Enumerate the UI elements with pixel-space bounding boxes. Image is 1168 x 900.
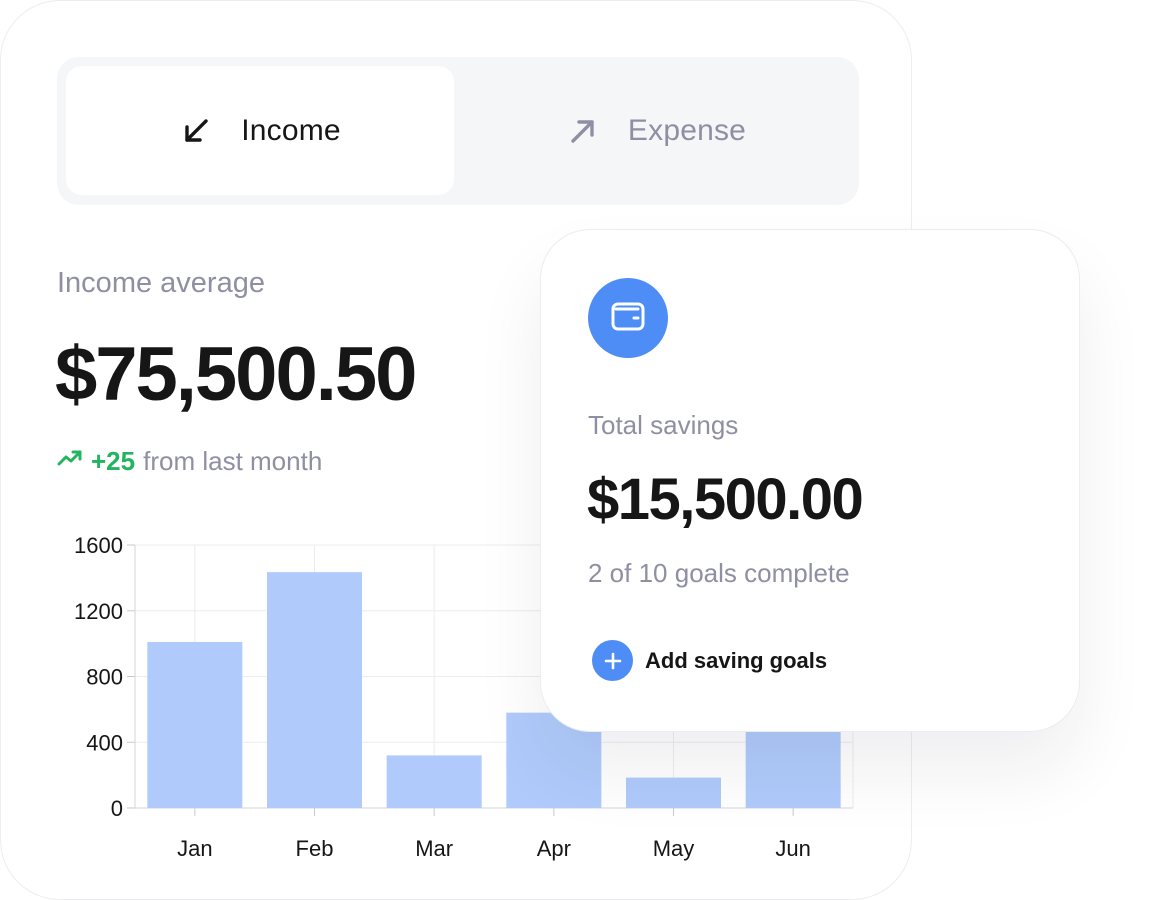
income-expense-tabs: Income Expense (57, 57, 859, 205)
trend-indicator: +25 from last month (57, 445, 322, 478)
add-saving-goals-label: Add saving goals (645, 647, 828, 673)
plus-icon (592, 640, 633, 681)
trend-delta: +25 (91, 446, 136, 476)
y-tick-label: 1200 (74, 599, 123, 624)
x-tick-label: Jan (177, 836, 212, 861)
y-tick-label: 400 (86, 730, 123, 755)
total-savings-label: Total savings (588, 410, 739, 440)
bar-may (626, 777, 721, 808)
y-tick-label: 0 (111, 796, 123, 821)
trending-up-icon (57, 445, 83, 478)
savings-card: Total savings $15,500.00 2 of 10 goals c… (540, 229, 1080, 732)
x-tick-label: May (653, 836, 695, 861)
tab-income[interactable]: Income (66, 66, 454, 195)
tab-income-label: Income (241, 113, 341, 147)
wallet-badge (588, 278, 668, 358)
x-tick-label: Feb (296, 836, 334, 861)
arrow-up-right-icon (566, 114, 600, 148)
x-tick-label: Jun (775, 836, 810, 861)
income-average-label: Income average (57, 267, 265, 299)
trend-text: from last month (143, 446, 323, 476)
bar-feb (267, 572, 362, 808)
y-tick-label: 1600 (74, 533, 123, 558)
add-saving-goals-button[interactable]: Add saving goals (592, 640, 827, 681)
y-tick-label: 800 (86, 665, 123, 690)
bar-jan (147, 641, 243, 808)
x-tick-label: Apr (537, 836, 571, 861)
x-tick-label: Mar (415, 836, 453, 861)
arrow-down-left-icon (179, 114, 213, 148)
tab-expense-label: Expense (627, 113, 747, 147)
wallet-icon (608, 296, 648, 341)
bar-mar (386, 755, 482, 808)
total-savings-value: $15,500.00 (587, 467, 864, 532)
bar-jun (745, 730, 841, 808)
income-average-value: $75,500.50 (55, 332, 417, 417)
goals-progress-text: 2 of 10 goals complete (588, 558, 850, 588)
tab-expense[interactable]: Expense (462, 66, 850, 195)
